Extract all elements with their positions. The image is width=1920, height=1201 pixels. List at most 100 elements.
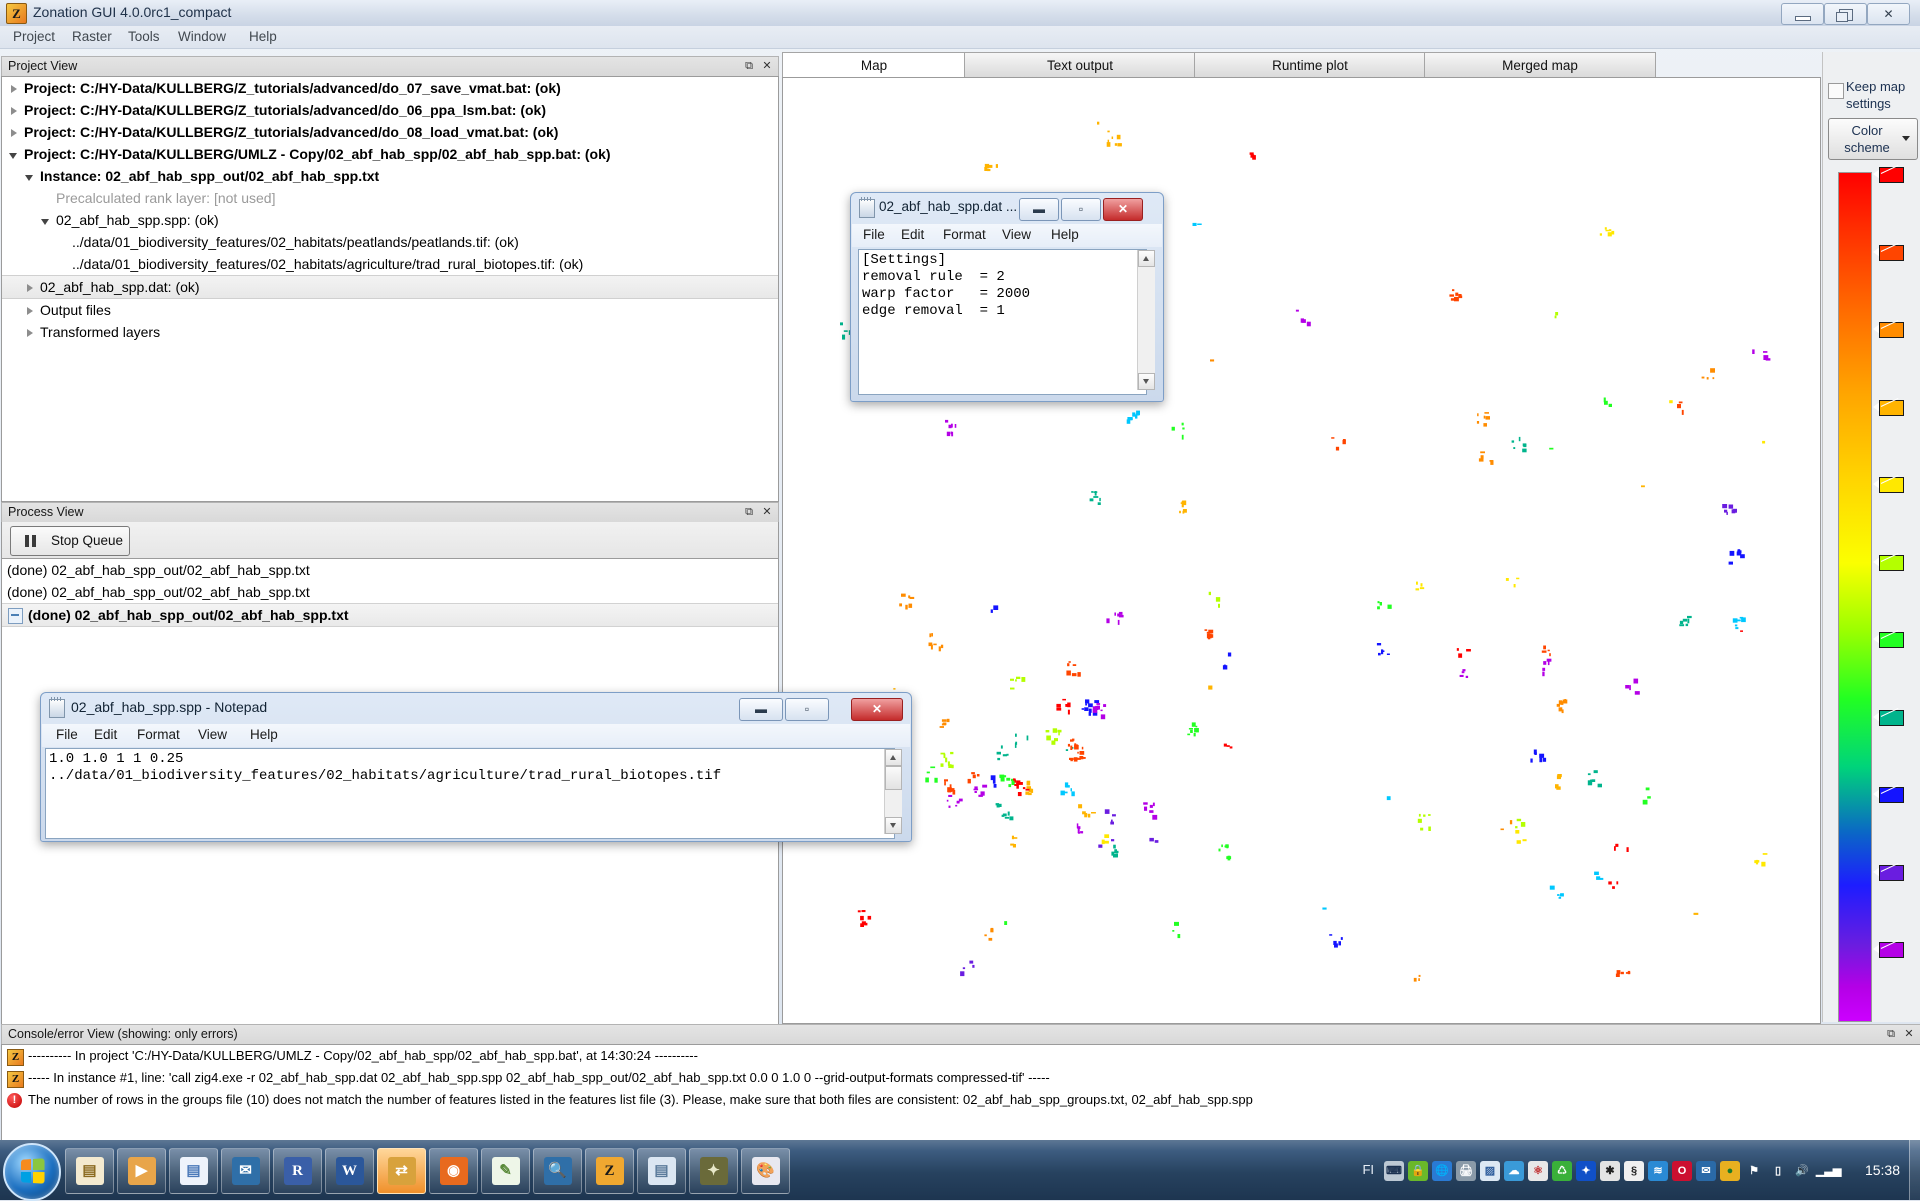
colorbar-marker[interactable] (1873, 165, 1905, 183)
colorbar-marker[interactable] (1873, 242, 1905, 261)
taskbar-button-gimp[interactable]: ✦ (689, 1148, 738, 1194)
colorbar-marker[interactable] (1873, 862, 1905, 881)
tray-opera-icon[interactable]: O (1672, 1161, 1692, 1181)
notepad-spp-menu-view[interactable]: View (198, 727, 227, 742)
tree-twisty-icon[interactable] (8, 149, 21, 162)
tray-clock[interactable]: 15:38 (1865, 1162, 1900, 1178)
taskbar-button-word[interactable]: W (325, 1148, 374, 1194)
project-tree-row[interactable]: Instance: 02_abf_hab_spp_out/02_abf_hab_… (2, 165, 778, 187)
menu-item-window[interactable]: Window (169, 28, 235, 46)
scrollbar-thumb[interactable] (885, 766, 902, 790)
scroll-down-arrow-icon[interactable] (885, 817, 902, 834)
console-view-close-icon[interactable]: ✕ (1902, 1027, 1916, 1041)
tray-wifi-icon[interactable]: ≋ (1648, 1161, 1668, 1181)
menu-item-project[interactable]: Project (4, 28, 64, 46)
keep-map-settings-checkbox[interactable]: Keep map settings (1827, 79, 1919, 113)
tray-network-globe-icon[interactable]: 🌐 (1432, 1161, 1452, 1181)
project-tree-row[interactable]: Output files (2, 299, 778, 321)
notepad-spp-menu-format[interactable]: Format (137, 727, 180, 742)
notepad-spp-menu-help[interactable]: Help (250, 727, 278, 742)
taskbar-button-notepad-edit[interactable]: ✎ (481, 1148, 530, 1194)
taskbar-button-notepad[interactable]: ▤ (637, 1148, 686, 1194)
notepad-dat-menu-format[interactable]: Format (943, 227, 986, 242)
notepad-dat-scrollbar[interactable] (1137, 250, 1155, 390)
tray-user-icon[interactable]: ● (1720, 1161, 1740, 1181)
tree-twisty-icon[interactable] (24, 282, 37, 295)
scroll-up-arrow-icon[interactable] (885, 749, 902, 766)
notepad-dat-menu-file[interactable]: File (863, 227, 885, 242)
tray-keyboard-icon[interactable]: ⌨ (1384, 1161, 1404, 1181)
project-tree-row[interactable]: 02_abf_hab_spp.dat: (ok) (2, 275, 778, 299)
menu-item-help[interactable]: Help (240, 28, 286, 46)
tray-recycle-icon[interactable]: ♺ (1552, 1161, 1572, 1181)
tray-battery-icon[interactable]: ▯ (1768, 1161, 1788, 1181)
taskbar-button-media-player[interactable]: ▶ (117, 1148, 166, 1194)
tab-text-output[interactable]: Text output (964, 52, 1196, 79)
tray-mail-icon[interactable]: ✉ (1696, 1161, 1716, 1181)
colorbar-marker[interactable] (1873, 785, 1905, 803)
colorbar-marker[interactable] (1873, 707, 1905, 726)
project-tree-row[interactable]: Precalculated rank layer: [not used] (2, 187, 778, 209)
notepad-dat-minimize-button[interactable]: ▬ (1019, 198, 1059, 221)
notepad-spp-menu-edit[interactable]: Edit (94, 727, 117, 742)
notepad-spp-close-button[interactable]: ✕ (851, 698, 903, 721)
project-tree-row[interactable]: Project: C:/HY-Data/KULLBERG/Z_tutorials… (2, 77, 778, 99)
tree-twisty-icon[interactable] (8, 105, 21, 118)
restore-window-button[interactable] (1824, 3, 1867, 25)
notepad-spp-maximize-button[interactable]: ▫ (785, 698, 829, 721)
scroll-down-arrow-icon[interactable] (1138, 373, 1155, 390)
tree-twisty-icon[interactable] (24, 171, 37, 184)
taskbar-button-explorer[interactable]: ▤ (65, 1148, 114, 1194)
notepad-spp-menu-file[interactable]: File (56, 727, 78, 742)
colorbar-marker[interactable] (1873, 475, 1905, 493)
tab-merged-map[interactable]: Merged map (1424, 52, 1656, 79)
process-view-close-icon[interactable]: ✕ (760, 505, 774, 519)
taskbar-button-document[interactable]: ▤ (169, 1148, 218, 1194)
project-view-close-icon[interactable]: ✕ (760, 59, 774, 73)
tree-twisty-icon[interactable] (40, 215, 53, 228)
process-view-float-icon[interactable]: ⧉ (742, 505, 756, 519)
console-view-float-icon[interactable]: ⧉ (1884, 1027, 1898, 1041)
notepad-dat-menu-help[interactable]: Help (1051, 227, 1079, 242)
notepad-dat-menu-view[interactable]: View (1002, 227, 1031, 242)
start-button[interactable] (3, 1143, 61, 1201)
project-tree-row[interactable]: ../data/01_biodiversity_features/02_habi… (2, 253, 778, 275)
notepad-spp-scrollbar[interactable] (884, 749, 902, 834)
tab-runtime-plot[interactable]: Runtime plot (1194, 52, 1426, 79)
notepad-spp-text[interactable]: 1.0 1.0 1 1 0.25 ../data/01_biodiversity… (45, 748, 895, 839)
notepad-dat-menu-edit[interactable]: Edit (901, 227, 924, 242)
process-list-row[interactable]: (done) 02_abf_hab_spp_out/02_abf_hab_spp… (2, 603, 778, 627)
taskbar-button-firefox[interactable]: ◉ (429, 1148, 478, 1194)
notepad-dat-close-button[interactable]: ✕ (1103, 198, 1143, 221)
colorbar-marker[interactable] (1873, 630, 1905, 648)
tab-map[interactable]: Map (782, 52, 966, 80)
project-tree-row[interactable]: Project: C:/HY-Data/KULLBERG/Z_tutorials… (2, 121, 778, 143)
tray-volume-icon[interactable]: 🔊 (1792, 1161, 1812, 1181)
tray-security-icon[interactable]: 🔒 (1408, 1161, 1428, 1181)
project-tree-row[interactable]: Project: C:/HY-Data/KULLBERG/Z_tutorials… (2, 99, 778, 121)
colorbar-marker[interactable] (1873, 552, 1905, 571)
console-row[interactable]: The number of rows in the groups file (1… (2, 1089, 1920, 1111)
tray-bluetooth-icon[interactable]: ✦ (1576, 1161, 1596, 1181)
tree-twisty-icon[interactable] (24, 305, 37, 318)
tray-map-icon[interactable]: ▨ (1480, 1161, 1500, 1181)
project-tree-row[interactable]: 02_abf_hab_spp.spp: (ok) (2, 209, 778, 231)
taskbar-button-zonation[interactable]: Z (585, 1148, 634, 1194)
tray-language-indicator[interactable]: FI (1362, 1162, 1374, 1177)
taskbar-button-search[interactable]: 🔍 (533, 1148, 582, 1194)
colorbar-marker[interactable] (1873, 320, 1905, 338)
tray-signal-icon[interactable]: ▁▃▅ (1816, 1161, 1841, 1181)
project-tree-row[interactable]: Project: C:/HY-Data/KULLBERG/UMLZ - Copy… (2, 143, 778, 165)
tray-molecule-icon[interactable]: ⚛ (1528, 1161, 1548, 1181)
process-list-row[interactable]: (done) 02_abf_hab_spp_out/02_abf_hab_spp… (2, 559, 778, 581)
project-view-float-icon[interactable]: ⧉ (742, 59, 756, 73)
menu-item-tools[interactable]: Tools (119, 28, 169, 46)
show-desktop-button[interactable] (1909, 1140, 1920, 1200)
color-scheme-button[interactable]: Color scheme (1828, 118, 1918, 160)
tray-paragraph-icon[interactable]: § (1624, 1161, 1644, 1181)
console-list[interactable]: Z ---------- In project 'C:/HY-Data/KULLB… (1, 1044, 1920, 1142)
project-tree-row[interactable]: Transformed layers (2, 321, 778, 343)
taskbar-button-file-transfer[interactable]: ⇄ (377, 1148, 426, 1194)
scroll-up-arrow-icon[interactable] (1138, 250, 1155, 267)
colorbar-marker[interactable] (1873, 940, 1905, 958)
